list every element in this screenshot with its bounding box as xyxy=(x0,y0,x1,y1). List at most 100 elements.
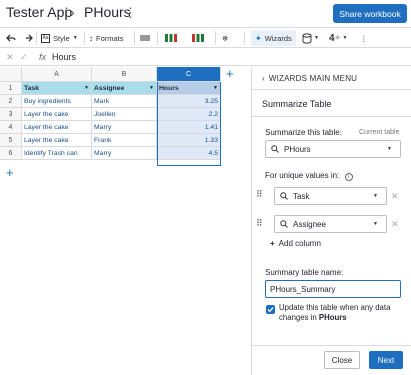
close-button[interactable]: Close xyxy=(324,351,360,369)
wizards-button[interactable]: ✦ Wizards xyxy=(255,31,292,45)
add-column-label: Add column xyxy=(278,239,321,248)
row-number[interactable]: 4 xyxy=(0,121,22,134)
row-number[interactable]: 3 xyxy=(0,108,22,121)
function-icon[interactable]: 4 ✧ ▼ xyxy=(329,31,347,45)
filter-caret-icon[interactable]: ▼ xyxy=(149,85,154,91)
table-select-value: PHours xyxy=(284,144,311,154)
header-label: Task xyxy=(24,84,39,92)
summarize-table-label: Summarize this table: xyxy=(265,128,342,137)
table-cell[interactable]: Frank xyxy=(92,134,157,147)
toolbar: Aa Style ▼ ↕ Formats ❄ ✦ Wizards ▼ 4 ✧ ▼… xyxy=(0,27,411,48)
more-formats-icon[interactable] xyxy=(139,31,151,45)
drag-handle-icon[interactable]: ⠿ xyxy=(256,190,263,199)
corner-cell[interactable] xyxy=(0,67,22,82)
add-column-button[interactable]: + Add column xyxy=(270,239,321,248)
back-link-label: WIZARDS MAIN MENU xyxy=(268,74,358,83)
add-row-icon[interactable]: + xyxy=(6,166,14,179)
remove-field-icon[interactable]: ✕ xyxy=(391,219,399,230)
row-number[interactable]: 2 xyxy=(0,95,22,108)
redo-icon[interactable] xyxy=(23,31,33,45)
table-cell[interactable]: Identify Trash can xyxy=(22,147,92,160)
next-button[interactable]: Next xyxy=(369,351,403,369)
database-caret-icon: ▼ xyxy=(314,35,319,41)
current-table-link[interactable]: Current table xyxy=(359,129,399,136)
undo-icon[interactable] xyxy=(6,31,16,45)
selected-column-outline xyxy=(157,82,221,166)
search-icon xyxy=(280,220,288,228)
top-bar: Tester App ⋮ › PHours ⋮ Share workbook xyxy=(0,0,411,26)
page-menu-icon[interactable]: ⋮ xyxy=(124,5,137,21)
row-number[interactable]: 6 xyxy=(0,147,22,160)
info-icon[interactable]: i xyxy=(344,173,353,181)
toolbar-divider xyxy=(215,31,216,45)
formats-label: Formats xyxy=(96,33,124,43)
cancel-edit-icon[interactable]: ✕ xyxy=(6,52,14,63)
panel-title: Summarize Table xyxy=(262,99,332,109)
search-icon xyxy=(271,145,279,153)
back-to-wizards-link[interactable]: ‹ WIZARDS MAIN MENU xyxy=(262,74,357,83)
chevron-down-icon: ▼ xyxy=(373,221,378,227)
wizards-label: Wizards xyxy=(264,33,292,43)
remove-field-icon[interactable]: ✕ xyxy=(391,191,399,202)
style-caret-icon: ▼ xyxy=(72,35,78,41)
update-checkbox[interactable] xyxy=(266,305,275,314)
table-select[interactable]: PHours ▼ xyxy=(265,140,401,158)
header-label: Assignee xyxy=(94,84,125,92)
snowflake-icon[interactable]: ❄ xyxy=(222,31,228,45)
panel-header: ‹ WIZARDS MAIN MENU xyxy=(252,67,411,90)
toolbar-divider xyxy=(157,31,158,45)
breadcrumb-chevron-icon: › xyxy=(70,4,75,20)
table-cell[interactable]: Layer the cake xyxy=(22,108,92,121)
toolbar-divider xyxy=(36,31,37,45)
row-number[interactable]: 5 xyxy=(0,134,22,147)
app-window: Tester App ⋮ › PHours ⋮ Share workbook A… xyxy=(0,0,411,375)
fx-label: fx xyxy=(39,52,47,62)
table-cell[interactable]: Marry xyxy=(92,147,157,160)
filter-caret-icon[interactable]: ▼ xyxy=(84,85,89,91)
database-icon[interactable]: ▼ xyxy=(302,31,319,45)
table-cell[interactable]: Buy ingredients xyxy=(22,95,92,108)
formula-input[interactable]: Hours xyxy=(52,52,76,62)
more-options-icon[interactable]: ⋮ xyxy=(360,31,368,45)
summary-name-input[interactable]: PHours_Summary xyxy=(265,280,401,298)
sparkle-glyph: ✧ xyxy=(334,35,341,42)
table-cell[interactable]: Layer the cake xyxy=(22,134,92,147)
table-header-cell[interactable]: Task ▼ xyxy=(22,82,92,95)
chevron-down-icon: ▼ xyxy=(387,146,392,152)
row-number[interactable]: 1 xyxy=(0,82,22,95)
toolbar-divider xyxy=(244,31,245,45)
table-cell[interactable]: Mark xyxy=(92,95,157,108)
summary-name-label: Summary table name: xyxy=(265,268,344,277)
column-header-c[interactable]: C xyxy=(157,67,221,82)
table-cell[interactable]: Joellen xyxy=(92,108,157,121)
table-cell[interactable]: Marry xyxy=(92,121,157,134)
panel-subheader: Summarize Table xyxy=(252,90,411,117)
unique-field-select[interactable]: Assignee ▼ xyxy=(274,215,387,233)
insert-column-icon[interactable] xyxy=(164,31,178,45)
share-workbook-button[interactable]: Share workbook xyxy=(333,4,407,23)
update-table-name: PHours xyxy=(318,313,347,322)
add-column-icon[interactable]: + xyxy=(226,67,234,80)
remove-column-icon[interactable] xyxy=(191,31,205,45)
wizard-panel: ‹ WIZARDS MAIN MENU Summarize Table Summa… xyxy=(251,67,411,375)
formats-icon: ↕ xyxy=(89,33,93,43)
chevron-down-icon: ▼ xyxy=(373,193,378,199)
toolbar-divider xyxy=(84,31,85,45)
table-header-cell[interactable]: Assignee ▼ xyxy=(92,82,157,95)
formats-button[interactable]: ↕ Formats xyxy=(89,31,124,45)
chevron-left-icon: ‹ xyxy=(262,74,265,83)
unique-field-value: Assignee xyxy=(293,219,326,229)
unique-values-label: For unique values in: i xyxy=(265,171,353,181)
style-label: Style xyxy=(53,33,70,43)
table-cell[interactable]: Layer the cake xyxy=(22,121,92,134)
unique-values-text: For unique values in: xyxy=(265,171,340,180)
column-header-b[interactable]: B xyxy=(92,67,157,82)
unique-field-select[interactable]: Task ▼ xyxy=(274,187,387,205)
unique-field-value: Task xyxy=(293,191,310,201)
style-button[interactable]: Aa Style ▼ xyxy=(41,31,78,45)
confirm-edit-icon[interactable]: ✓ xyxy=(20,52,28,63)
drag-handle-icon[interactable]: ⠿ xyxy=(256,219,263,228)
magic-wand-icon: ✦ xyxy=(255,33,262,43)
column-header-a[interactable]: A xyxy=(22,67,92,82)
update-checkbox-label: Update this table when any data changes … xyxy=(279,303,405,323)
